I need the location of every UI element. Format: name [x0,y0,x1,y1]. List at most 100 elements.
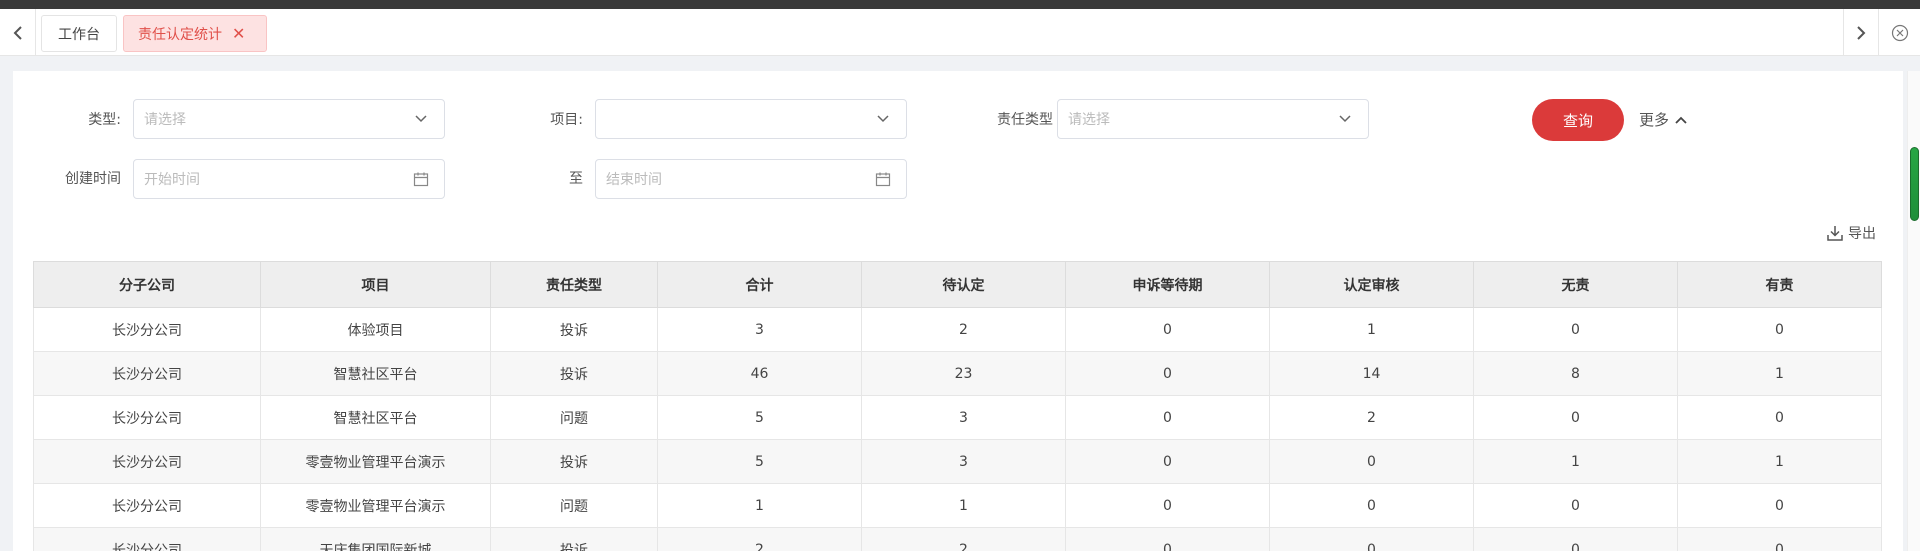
type-select[interactable]: 请选择 [133,99,445,139]
more-toggle[interactable]: 更多 [1639,109,1687,130]
table-cell: 0 [1677,527,1882,551]
to-label: 至 [569,171,583,187]
table-cell: 长沙分公司 [33,395,261,440]
project-label: 项目: [550,112,583,128]
table-cell: 问题 [490,395,658,440]
table-cell: 天庆集团国际新城 [260,527,491,551]
column-header[interactable]: 项目 [260,261,491,308]
more-toggle-label: 更多 [1639,111,1670,129]
vertical-scrollbar[interactable] [1907,71,1920,551]
table-cell: 3 [861,439,1066,484]
table-cell: 1 [1473,439,1678,484]
table-cell: 0 [1677,307,1882,352]
responsibility-type-select[interactable]: 请选择 [1057,99,1369,139]
column-header[interactable]: 有责 [1677,261,1882,308]
table-cell: 0 [1473,483,1678,528]
table-cell: 0 [1065,527,1270,551]
table-row[interactable]: 长沙分公司 智慧社区平台 投诉 46 23 0 14 8 1 [33,351,1882,396]
tab-responsibility-stats[interactable]: 责任认定统计 ✕ [123,15,267,52]
chevron-down-icon [412,110,430,128]
table-cell: 2 [861,527,1066,551]
table-cell: 1 [861,483,1066,528]
table-row[interactable]: 长沙分公司 智慧社区平台 问题 5 3 0 2 0 0 [33,395,1882,440]
table-row[interactable]: 长沙分公司 零壹物业管理平台演示 投诉 5 3 0 0 1 1 [33,439,1882,484]
table-row[interactable]: 长沙分公司 体验项目 投诉 3 2 0 1 0 0 [33,307,1882,352]
column-header[interactable]: 责任类型 [490,261,658,308]
responsibility-type-label: 责任类型 [997,112,1053,128]
table-cell: 投诉 [490,307,658,352]
table-cell: 1 [1677,439,1882,484]
tab-scroll-right-button[interactable] [1843,9,1879,56]
scrollbar-thumb[interactable] [1910,147,1919,221]
table-cell: 1 [1677,351,1882,396]
tab-workbench[interactable]: 工作台 [41,15,117,52]
table-cell: 3 [657,307,862,352]
tab-responsibility-stats-label: 责任认定统计 [138,26,222,43]
table-cell: 0 [1065,307,1270,352]
main-panel: 类型: 请选择 项目: 责任类型 请选择 查询 更多 创建时间 开始时间 至 结… [13,71,1903,551]
table-row[interactable]: 长沙分公司 天庆集团国际新城 投诉 2 2 0 0 0 0 [33,527,1882,551]
table-cell: 2 [657,527,862,551]
table-cell: 投诉 [490,527,658,551]
table-cell: 投诉 [490,351,658,396]
table-cell: 0 [1473,307,1678,352]
tab-scroll-left-button[interactable] [0,9,36,56]
created-time-label: 创建时间 [65,171,121,187]
start-date-placeholder: 开始时间 [144,172,200,188]
table-cell: 14 [1269,351,1474,396]
export-button[interactable]: 导出 [1826,223,1876,243]
table-cell: 23 [861,351,1066,396]
circle-close-icon [1891,24,1909,41]
chevron-right-icon [1857,25,1866,40]
table-cell: 0 [1269,483,1474,528]
table-cell: 0 [1065,395,1270,440]
column-header[interactable]: 无责 [1473,261,1678,308]
query-button[interactable]: 查询 [1532,99,1624,141]
table-cell: 零壹物业管理平台演示 [260,439,491,484]
chevron-left-icon [13,25,22,40]
chevron-up-icon [1675,116,1687,124]
table-row[interactable]: 长沙分公司 零壹物业管理平台演示 问题 1 1 0 0 0 0 [33,483,1882,528]
tab-close-icon[interactable]: ✕ [232,24,245,43]
column-header[interactable]: 认定审核 [1269,261,1474,308]
chevron-down-icon [1336,110,1354,128]
statistics-table: 分子公司 项目 责任类型 合计 待认定 申诉等待期 认定审核 无责 有责 长沙分… [33,261,1882,551]
query-button-label: 查询 [1562,111,1593,130]
table-cell: 2 [1269,395,1474,440]
table-cell: 0 [1473,395,1678,440]
table-cell: 0 [1473,527,1678,551]
tab-bar: 工作台 责任认定统计 ✕ [0,9,1920,56]
start-date-input[interactable]: 开始时间 [133,159,445,199]
table-cell: 问题 [490,483,658,528]
table-cell: 1 [657,483,862,528]
table-cell: 0 [1065,483,1270,528]
table-cell: 0 [1677,483,1882,528]
table-cell: 长沙分公司 [33,527,261,551]
table-cell: 长沙分公司 [33,483,261,528]
table-cell: 1 [1269,307,1474,352]
table-cell: 2 [861,307,1066,352]
chevron-down-icon [874,110,892,128]
end-date-input[interactable]: 结束时间 [595,159,907,199]
download-icon [1827,226,1843,241]
column-header[interactable]: 待认定 [861,261,1066,308]
column-header[interactable]: 合计 [657,261,862,308]
close-all-tabs-button[interactable] [1880,9,1920,56]
table-cell: 零壹物业管理平台演示 [260,483,491,528]
calendar-icon [412,170,430,188]
table-cell: 0 [1269,527,1474,551]
table-cell: 46 [657,351,862,396]
table-cell: 体验项目 [260,307,491,352]
table-cell: 智慧社区平台 [260,351,491,396]
table-cell: 长沙分公司 [33,351,261,396]
export-label: 导出 [1848,226,1876,242]
table-cell: 5 [657,395,862,440]
table-cell: 长沙分公司 [33,307,261,352]
project-select[interactable] [595,99,907,139]
table-cell: 投诉 [490,439,658,484]
table-cell: 5 [657,439,862,484]
column-header[interactable]: 分子公司 [33,261,261,308]
table-cell: 0 [1269,439,1474,484]
table-cell: 长沙分公司 [33,439,261,484]
column-header[interactable]: 申诉等待期 [1065,261,1270,308]
